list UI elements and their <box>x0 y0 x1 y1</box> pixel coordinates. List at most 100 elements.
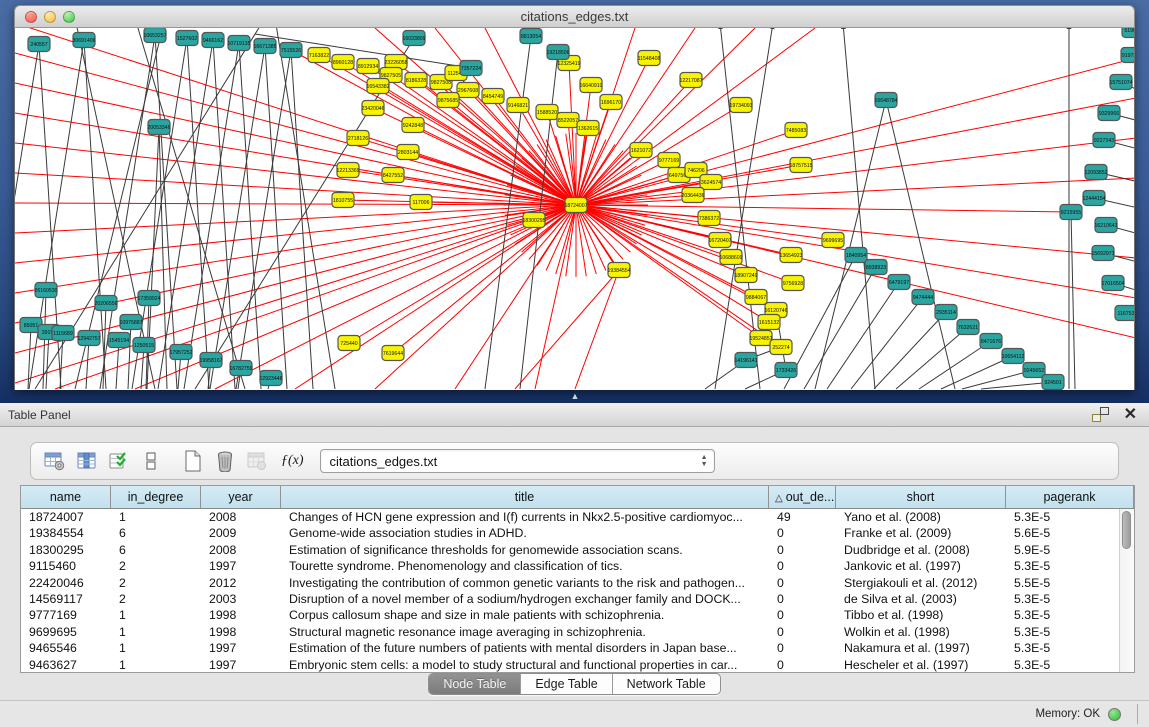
graph-node[interactable]: 9245652 <box>1023 363 1045 378</box>
graph-node[interactable]: 10688609 <box>719 250 742 265</box>
column-header-out_de[interactable]: △out_de... <box>769 486 836 508</box>
graph-node[interactable]: 14196141 <box>734 353 757 368</box>
graph-node[interactable]: 16648784 <box>874 93 897 108</box>
table-row[interactable]: 946362711997Embryonic stem cells: a mode… <box>21 657 1119 672</box>
table-selector-dropdown[interactable]: citations_edges.txt ▲▼ <box>320 449 715 473</box>
table-cell[interactable]: 2008 <box>201 542 281 558</box>
table-cell[interactable]: 2 <box>111 558 201 574</box>
graph-node[interactable]: 7163822 <box>308 48 330 63</box>
graph-node[interactable]: 9875685 <box>437 93 459 108</box>
column-header-year[interactable]: year <box>201 486 281 508</box>
table-row[interactable]: 911546021997Tourette syndrome. Phenomeno… <box>21 558 1119 574</box>
graph-node[interactable]: 8215955 <box>1060 205 1082 220</box>
graph-node[interactable]: 8960128 <box>332 55 354 70</box>
column-header-pagerank[interactable]: pagerank <box>1006 486 1134 508</box>
graph-node[interactable]: 519618 <box>1122 28 1135 38</box>
table-row[interactable]: 977716911998Corpus callosum shape and si… <box>21 607 1119 623</box>
graph-node[interactable]: 9146821 <box>507 98 529 113</box>
graph-node[interactable]: 19384554 <box>607 263 630 278</box>
table-cell[interactable]: 5.3E-5 <box>1006 591 1119 607</box>
table-cell[interactable]: 0 <box>769 542 836 558</box>
graph-node[interactable]: 19218506 <box>546 45 569 60</box>
table-cell[interactable]: Corpus callosum shape and size in male p… <box>281 607 769 623</box>
table-scrollbar-thumb[interactable] <box>1122 511 1131 549</box>
tab-edge-table[interactable]: Edge Table <box>520 674 611 694</box>
table-cell[interactable]: Embryonic stem cells: a model to study s… <box>281 657 769 672</box>
graph-node[interactable]: 20364436 <box>681 188 704 203</box>
table-cell[interactable]: 1 <box>111 607 201 623</box>
graph-node[interactable]: 1621072 <box>630 143 652 158</box>
graph-node[interactable]: 8454749 <box>482 89 504 104</box>
table-cell[interactable]: Structural magnetic resonance image aver… <box>281 624 769 640</box>
network-canvas[interactable]: 1872400771638228960128891293423226058982… <box>14 28 1135 390</box>
graph-node[interactable]: 12444154 <box>1082 191 1105 206</box>
table-cell[interactable]: 0 <box>769 575 836 591</box>
table-cell[interactable]: 9465546 <box>21 640 111 656</box>
graph-node[interactable]: 8813054 <box>520 29 542 44</box>
table-row[interactable]: 1830029562008Estimation of significance … <box>21 542 1119 558</box>
create-table-icon[interactable] <box>179 448 207 474</box>
table-cell[interactable]: de Silva et al. (2003) <box>836 591 1006 607</box>
table-cell[interactable]: 1997 <box>201 558 281 574</box>
graph-node[interactable]: 17359924 <box>137 291 160 306</box>
table-cell[interactable]: 2 <box>111 575 201 591</box>
table-cell[interactable]: 1997 <box>201 657 281 672</box>
graph-node[interactable]: 12923448 <box>259 371 282 386</box>
graph-node[interactable]: 10975887 <box>119 315 142 330</box>
graph-node[interactable]: 8938923 <box>865 260 887 275</box>
graph-node[interactable]: 7515526 <box>280 43 302 58</box>
table-cell[interactable]: 18300295 <box>21 542 111 558</box>
table-cell[interactable]: Hescheler et al. (1997) <box>836 657 1006 672</box>
table-cell[interactable]: 9463627 <box>21 657 111 672</box>
table-cell[interactable]: 1 <box>111 624 201 640</box>
table-cell[interactable]: Dudbridge et al. (2008) <box>836 542 1006 558</box>
graph-node[interactable]: 116753 <box>1115 306 1135 321</box>
graph-node[interactable]: 20206556 <box>94 296 117 311</box>
graph-node[interactable]: 17016504 <box>1101 276 1124 291</box>
table-cell[interactable]: 5.3E-5 <box>1006 509 1119 525</box>
table-cell[interactable]: 0 <box>769 657 836 672</box>
row-height-icon[interactable] <box>137 448 165 474</box>
graph-node[interactable]: 26160530 <box>34 283 57 298</box>
graph-node[interactable]: 2935114 <box>935 305 957 320</box>
tab-node-table[interactable]: Node Table <box>429 674 520 694</box>
delete-table-icon[interactable] <box>211 448 239 474</box>
graph-node[interactable]: 18300295 <box>522 213 545 228</box>
table-cell[interactable]: 5.6E-5 <box>1006 525 1119 541</box>
graph-node[interactable]: 12093852 <box>1084 165 1107 180</box>
graph-node[interactable]: 8186328 <box>405 73 427 88</box>
table-cell[interactable]: Estimation of the future numbers of pati… <box>281 640 769 656</box>
graph-node[interactable]: 1362615 <box>577 121 599 136</box>
graph-node[interactable]: 8522057 <box>557 113 579 128</box>
table-row[interactable]: 969969511998Structural magnetic resonanc… <box>21 624 1119 640</box>
graph-node[interactable]: 10653257 <box>143 28 166 43</box>
table-cell[interactable]: 9777169 <box>21 607 111 623</box>
column-header-short[interactable]: short <box>836 486 1006 508</box>
graph-node[interactable]: 20053346 <box>147 120 170 135</box>
table-row[interactable]: 946554611997Estimation of the future num… <box>21 640 1119 656</box>
graph-node[interactable]: 19958167 <box>199 353 222 368</box>
graph-node[interactable]: 1810755 <box>332 193 354 208</box>
graph-node[interactable]: 1840954 <box>845 248 867 263</box>
graph-node[interactable]: 1545194 <box>108 333 130 348</box>
graph-node[interactable]: 15751074 <box>1109 75 1132 90</box>
table-row[interactable]: 1872400712008Changes of HCN gene express… <box>21 509 1119 525</box>
table-row[interactable]: 2242004622012Investigating the contribut… <box>21 575 1119 591</box>
graph-node[interactable]: 10654112 <box>1002 349 1025 364</box>
table-cell[interactable]: 1998 <box>201 624 281 640</box>
graph-node[interactable]: 9474444 <box>912 290 934 305</box>
network-window-titlebar[interactable]: citations_edges.txt <box>14 5 1135 28</box>
table-cell[interactable]: 1 <box>111 657 201 672</box>
table-cell[interactable]: 9115460 <box>21 558 111 574</box>
table-cell[interactable]: Wolkin et al. (1998) <box>836 624 1006 640</box>
table-cell[interactable]: 5.5E-5 <box>1006 575 1119 591</box>
graph-node[interactable]: 8912934 <box>357 59 379 74</box>
graph-node[interactable]: 18907249 <box>734 268 757 283</box>
graph-node[interactable]: 924501 <box>1042 375 1064 390</box>
table-cell[interactable]: 2012 <box>201 575 281 591</box>
table-cell[interactable]: Tibbo et al. (1998) <box>836 607 1006 623</box>
graph-node[interactable]: 252274 <box>770 340 792 355</box>
graph-node[interactable]: 117006 <box>410 195 432 210</box>
tab-network-table[interactable]: Network Table <box>612 674 720 694</box>
graph-node[interactable]: 240557 <box>28 37 50 52</box>
